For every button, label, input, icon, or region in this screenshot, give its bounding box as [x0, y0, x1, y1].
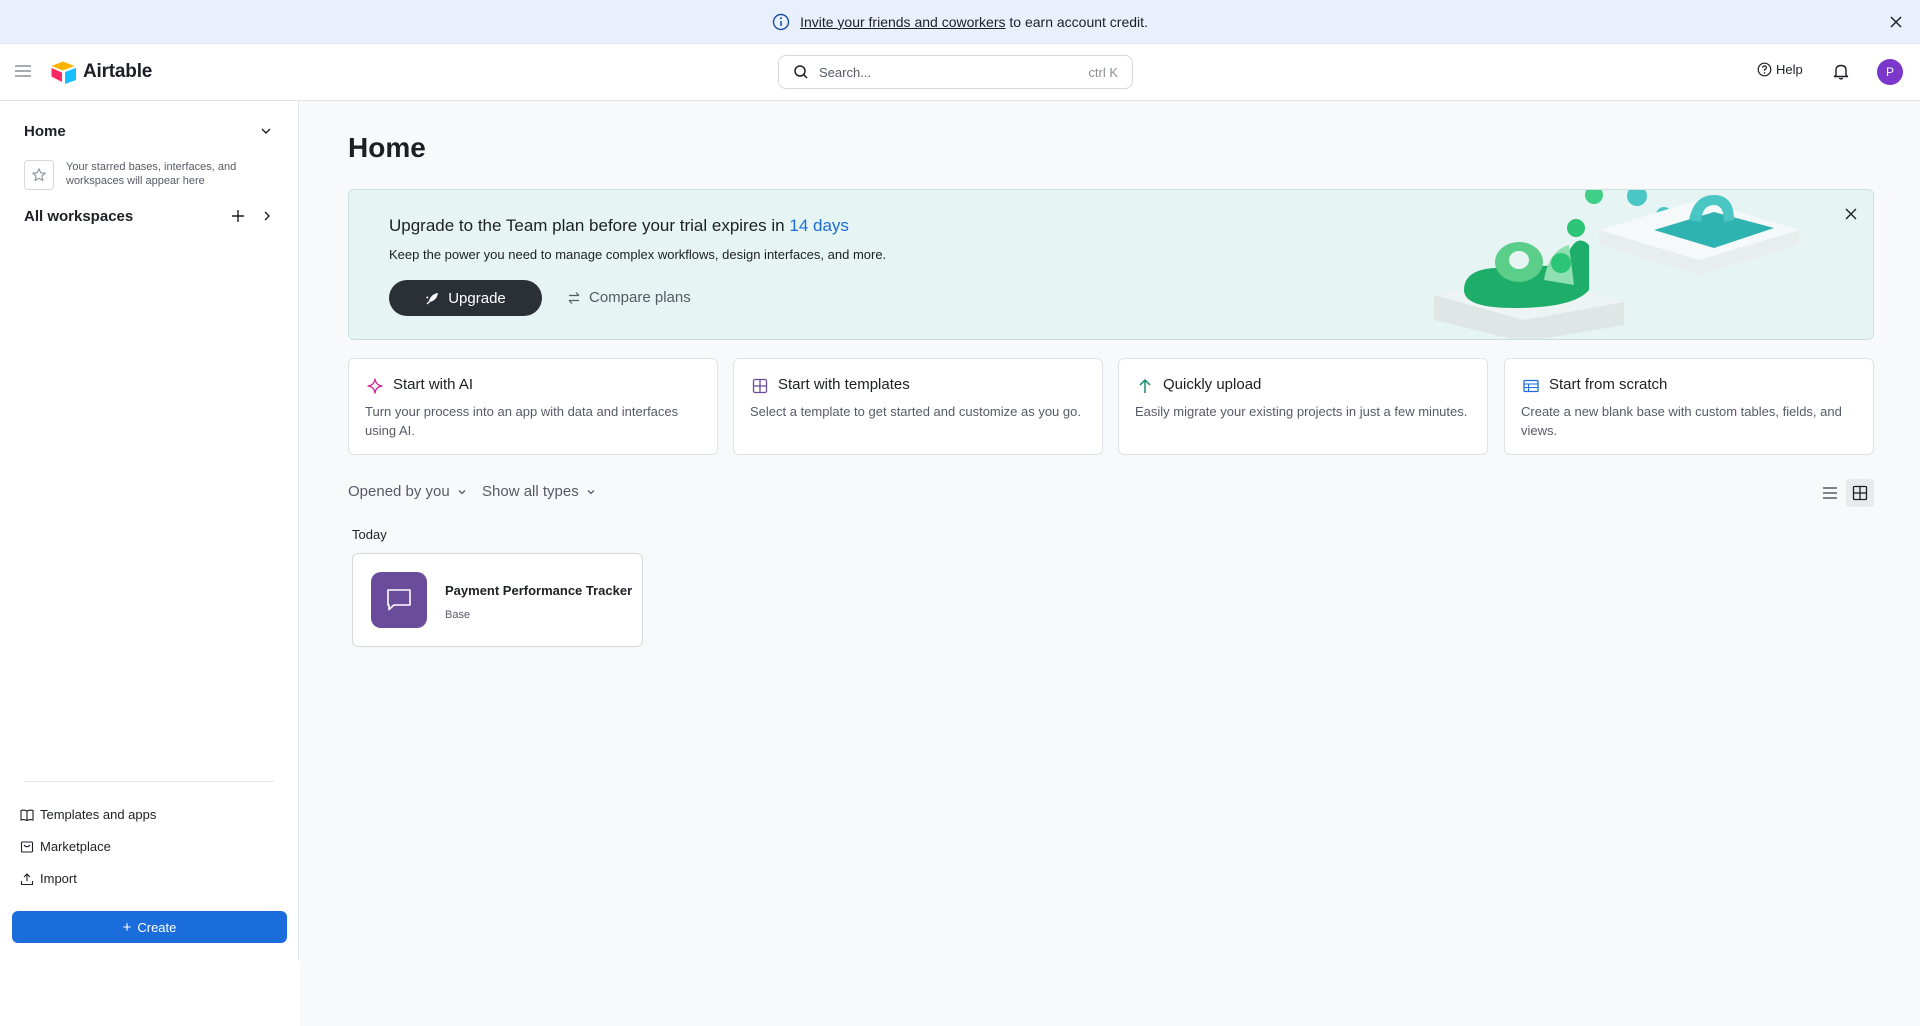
opened-by-label: Opened by you — [348, 483, 450, 500]
airtable-logo-icon — [51, 61, 76, 84]
compare-label: Compare plans — [589, 289, 691, 306]
chevron-down-icon — [458, 489, 466, 494]
search-input[interactable]: Search... ctrl K — [778, 55, 1133, 89]
base-type: Base — [445, 609, 471, 621]
upgrade-button[interactable]: Upgrade — [389, 280, 542, 316]
promo-title: Upgrade to the Team plan before your tri… — [389, 216, 849, 235]
sidebar-home[interactable]: Home — [24, 123, 66, 140]
sidebar-item-marketplace[interactable]: Marketplace — [20, 839, 111, 854]
compare-plans-button[interactable]: Compare plans — [567, 289, 691, 306]
star-placeholder — [24, 160, 54, 190]
info-icon — [772, 13, 790, 30]
search-icon — [794, 65, 808, 79]
sidebar-item-templates[interactable]: Templates and apps — [20, 807, 156, 822]
sidebar-item-label: Marketplace — [40, 839, 111, 854]
star-icon — [32, 168, 46, 182]
top-header: Airtable Search... ctrl K Help P — [0, 44, 1920, 101]
show-types-label: Show all types — [482, 483, 579, 500]
base-icon — [371, 572, 427, 628]
book-icon — [20, 809, 34, 821]
help-button[interactable]: Help — [1757, 62, 1803, 77]
page-title: Home — [348, 132, 426, 163]
invite-link[interactable]: Invite your friends and coworkers — [800, 14, 1005, 30]
grid-view-icon — [1852, 485, 1868, 501]
section-label-today: Today — [352, 527, 387, 542]
marketplace-icon — [20, 840, 34, 853]
user-avatar[interactable]: P — [1877, 59, 1903, 85]
create-label: Create — [137, 919, 177, 935]
upgrade-promo-banner: Upgrade to the Team plan before your tri… — [348, 189, 1874, 340]
chevron-right-icon[interactable] — [259, 208, 275, 224]
chevron-down-icon[interactable] — [258, 123, 274, 139]
create-button[interactable]: + Create — [12, 911, 287, 943]
card-title: Start from scratch — [1549, 376, 1668, 393]
add-workspace-icon[interactable] — [229, 207, 247, 225]
list-view-icon[interactable] — [1820, 483, 1840, 503]
base-card[interactable]: Payment Performance Tracker Base — [352, 553, 643, 647]
close-promo-icon[interactable] — [1843, 206, 1859, 222]
card-description: Easily migrate your existing projects in… — [1135, 404, 1468, 419]
card-title: Start with templates — [778, 376, 910, 393]
grid-icon — [752, 378, 768, 394]
sidebar-item-label: Templates and apps — [40, 807, 157, 822]
main-content: Home Upgrade to the Team plan before you… — [300, 101, 1920, 1026]
invite-banner: Invite your friends and coworkers to ear… — [0, 0, 1920, 44]
sidebar-item-import[interactable]: Import — [20, 871, 77, 886]
start-with-templates-card[interactable]: Start with templates Select a template t… — [733, 358, 1103, 455]
trial-days-remaining: 14 days — [789, 216, 849, 235]
chevron-down-icon — [587, 489, 595, 494]
chat-bubble-icon — [387, 589, 411, 611]
close-banner-icon[interactable] — [1886, 12, 1906, 32]
sidebar-all-workspaces[interactable]: All workspaces — [24, 208, 133, 225]
promo-illustration — [1434, 190, 1799, 339]
invite-text: to earn account credit. — [1005, 13, 1148, 30]
upload-icon — [20, 872, 34, 885]
hamburger-menu-icon[interactable] — [13, 63, 33, 79]
card-description: Select a template to get started and cus… — [750, 404, 1081, 419]
airtable-logo[interactable]: Airtable — [50, 60, 152, 84]
grid-view-button[interactable] — [1846, 479, 1874, 507]
show-types-dropdown[interactable]: Show all types — [482, 483, 597, 500]
upgrade-label: Upgrade — [448, 289, 506, 307]
sparkle-icon — [367, 378, 383, 394]
card-title: Start with AI — [393, 376, 474, 393]
search-placeholder: Search... — [819, 64, 872, 80]
table-icon — [1523, 379, 1539, 393]
promo-subtitle: Keep the power you need to manage comple… — [389, 247, 887, 262]
card-description: Create a new blank base with custom tabl… — [1521, 404, 1842, 438]
card-description: Turn your process into an app with data … — [365, 404, 679, 438]
arrow-up-icon — [1139, 378, 1151, 393]
sidebar-divider — [24, 781, 274, 782]
search-shortcut: ctrl K — [1088, 64, 1118, 80]
starred-hint: Your starred bases, interfaces, and work… — [66, 161, 237, 187]
sidebar: Home Your starred bases, interfaces, and… — [0, 101, 299, 961]
sidebar-item-label: Import — [40, 871, 77, 886]
opened-by-dropdown[interactable]: Opened by you — [348, 483, 468, 500]
start-with-ai-card[interactable]: Start with AI Turn your process into an … — [348, 358, 718, 455]
start-options: Start with AI Turn your process into an … — [348, 358, 1874, 455]
app-name: Airtable — [83, 61, 153, 82]
card-title: Quickly upload — [1163, 376, 1262, 393]
start-from-scratch-card[interactable]: Start from scratch Create a new blank ba… — [1504, 358, 1874, 455]
base-name: Payment Performance Tracker — [445, 583, 633, 598]
quickly-upload-card[interactable]: Quickly upload Easily migrate your exist… — [1118, 358, 1488, 455]
help-icon — [1757, 62, 1772, 77]
plus-icon: + — [122, 918, 132, 936]
help-label: Help — [1776, 62, 1803, 77]
rocket-icon — [426, 292, 439, 304]
notifications-bell-icon[interactable] — [1831, 61, 1851, 81]
swap-arrows-icon — [568, 291, 580, 304]
